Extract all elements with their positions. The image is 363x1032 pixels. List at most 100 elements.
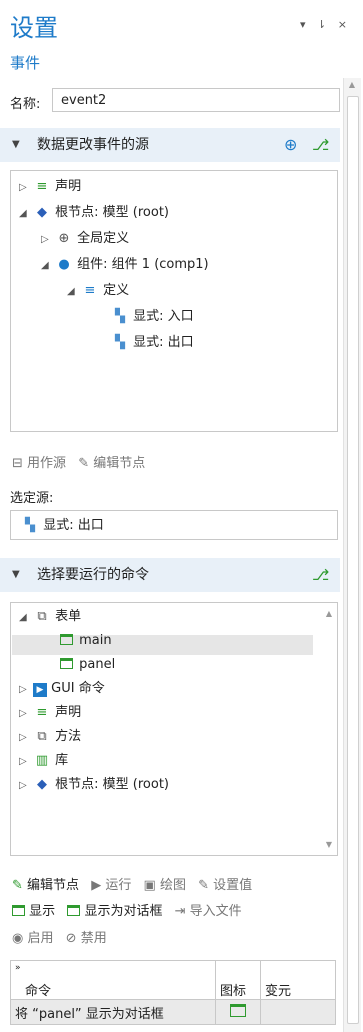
model-icon: ◆ [37,777,47,792]
section-source-title: 数据更改事件的源 [37,137,149,153]
expand-icon[interactable]: ▷ [19,178,33,198]
selected-source-label: 选定源: [10,491,54,506]
run-icon: ▶ [91,878,102,893]
scroll-down-icon[interactable]: ▼ [323,840,335,849]
tree-item[interactable]: ◢ ⧉ 表单 [19,607,81,627]
name-input[interactable]: event2 [52,88,340,112]
dialog-icon [230,1004,246,1017]
tree-item[interactable]: ◢ ≡ 定义 [67,281,129,301]
disable-button[interactable]: ⊘ 禁用 [66,931,107,946]
selected-source-box[interactable]: ▚ 显式: 出口 [10,510,338,540]
window-controls[interactable]: ▾ ⇂ × [300,18,351,31]
tree-item[interactable]: ▷ ⧉ 方法 [19,727,81,747]
collapse-icon[interactable]: ◢ [67,282,81,302]
panel-title: 设置 [10,14,58,42]
scrollbar-thumb[interactable] [347,96,359,1024]
section-command-header[interactable]: ▼ 选择要运行的命令 ⎇ [0,558,340,592]
tree-item[interactable]: ◢ ◆ 根节点: 模型 (root) [19,203,169,223]
table-row[interactable]: 将 “panel” 显示为对话框 [10,999,336,1025]
expand-icon[interactable]: ▷ [19,776,33,796]
tree-icon[interactable]: ⎇ [312,558,329,592]
collapse-icon: ▼ [12,139,20,150]
expand-icon[interactable]: ▷ [41,230,55,250]
enable-icon: ◉ [12,931,24,946]
tree-item[interactable]: ◢ ● 组件: 组件 1 (comp1) [41,255,209,275]
tree-item[interactable]: ▷ ≡ 声明 [19,703,81,723]
model-icon: ◆ [37,205,47,220]
command-toolbar-row2: 显示 显示为对话框 ⇥ 导入文件 [12,900,250,919]
tree-item[interactable]: ▚ 显式: 出口 [111,333,194,353]
command-cell[interactable]: 将 “panel” 显示为对话框 [10,999,216,1025]
set-value-button[interactable]: ✎ 设置值 [198,878,252,893]
set-value-icon: ✎ [198,878,209,893]
panel-subtitle: 事件 [10,54,41,72]
disable-icon: ⊘ [65,931,77,946]
collapse-icon[interactable]: ◢ [19,608,33,628]
collapse-icon: ▼ [12,569,20,580]
section-command-title: 选择要运行的命令 [37,567,149,583]
icon-cell[interactable] [215,999,261,1025]
library-icon: ▥ [35,753,49,768]
tree-item[interactable]: ▷ ▥ 库 [19,751,68,771]
scroll-up-icon[interactable]: ▲ [323,609,335,618]
source-toolbar: ⊟ 用作源 ✎ 编辑节点 [12,452,153,471]
component-icon: ● [58,257,70,272]
section-source-header[interactable]: ▼ 数据更改事件的源 ⊕ ⎇ [0,128,340,162]
tree-item[interactable]: ▷ ▶ GUI 命令 [19,679,105,699]
collapse-icon[interactable]: ◢ [19,204,33,224]
list-icon: ≡ [36,179,48,194]
args-cell[interactable] [260,999,336,1025]
import-file-button[interactable]: ⇥ 导入文件 [175,904,242,919]
form-object-icon [57,631,75,651]
column-header-args[interactable]: 变元 [260,960,336,1000]
use-as-source-icon: ⊟ [12,456,23,471]
use-as-source-button[interactable]: ⊟ 用作源 [12,456,66,471]
tree-item[interactable]: ▷ ⊕ 全局定义 [41,229,129,249]
show-icon [12,905,25,916]
enable-button[interactable]: ◉ 启用 [12,931,54,946]
run-button[interactable]: ▶ 运行 [91,878,131,893]
expand-icon[interactable]: ▷ [19,752,33,772]
gui-command-icon: ▶ [33,683,47,697]
definitions-icon: ≡ [84,283,96,298]
dialog-icon [67,905,81,916]
tree-item[interactable]: ▚ 显式: 入口 [111,307,194,327]
source-tree[interactable]: ▷ ≡ 声明 ◢ ◆ 根节点: 模型 (root) ▷ ⊕ 全局定义 ◢ ● 组件: 组… [10,170,338,432]
explicit-icon: ▚ [115,335,125,350]
edit-node-button[interactable]: ✎ 编辑节点 [12,878,79,893]
collapse-icon[interactable]: ◢ [41,256,55,276]
name-label: 名称: [10,97,41,112]
tree-item[interactable]: ▷ ◆ 根节点: 模型 (root) [19,775,169,795]
tree-item[interactable]: ▷ ≡ 声明 [19,177,81,197]
form-icon: ⧉ [37,609,47,624]
show-button[interactable]: 显示 [12,904,55,919]
tree-item-selected[interactable]: panel [57,655,115,675]
command-toolbar-row3: ◉ 启用 ⊘ 禁用 [12,927,115,946]
method-icon: ⧉ [37,729,47,744]
edit-node-button[interactable]: ✎ 编辑节点 [78,456,145,471]
tree-item[interactable]: main [57,631,112,651]
panel-scrollbar[interactable]: ▲ [343,78,361,1032]
explicit-icon: ▚ [25,518,35,533]
plot-button[interactable]: ▣ 绘图 [144,878,186,893]
column-header-icon[interactable]: 图标 [215,960,261,1000]
tree-icon[interactable]: ⎇ [312,128,329,162]
column-header-command[interactable]: » 命令 [10,960,216,1000]
expand-icon[interactable]: ▷ [19,704,33,724]
expand-icon[interactable]: ▷ [19,680,33,700]
show-as-dialog-button[interactable]: 显示为对话框 [67,904,162,919]
command-table[interactable]: » 命令 图标 变元 将 “panel” 显示为对话框 [10,960,336,1025]
command-toolbar-row1: ✎ 编辑节点 ▶ 运行 ▣ 绘图 ✎ 设置值 [12,874,260,893]
list-icon: ≡ [36,705,48,720]
edit-node-icon: ✎ [12,878,23,893]
edit-node-icon: ✎ [78,456,90,471]
plot-icon: ▣ [143,878,156,893]
form-object-icon [57,655,75,675]
import-icon: ⇥ [174,904,186,919]
scroll-up-icon[interactable]: ▲ [346,80,358,89]
command-tree[interactable]: ▲ ▼ ◢ ⧉ 表单 main panel ▷ ▶ GUI 命令 ▷ ≡ 声明 ▷ ⧉ … [10,602,338,856]
expand-icon[interactable]: ▷ [19,728,33,748]
add-icon[interactable]: ⊕ [284,128,297,162]
table-header-row: » 命令 图标 变元 [10,960,336,1000]
sort-icon[interactable]: » [15,963,21,973]
